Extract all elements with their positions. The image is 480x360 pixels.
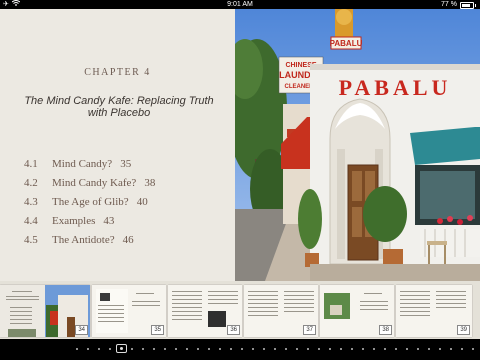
scrubber-current-position[interactable] — [116, 344, 127, 353]
thumbnail-page-35[interactable]: 35 — [92, 285, 166, 337]
scrubber-dot[interactable] — [406, 348, 408, 350]
status-time: 9:01 AM — [227, 1, 253, 8]
scrubber-dot[interactable] — [472, 348, 474, 350]
scrubber-dot[interactable] — [109, 348, 111, 350]
scrubber-dot[interactable] — [131, 348, 133, 350]
toc-entry-number: 4.4 — [24, 214, 38, 227]
toc-entry-title: Mind Candy Kafe? — [52, 176, 137, 189]
toc-entry-number: 4.5 — [24, 233, 38, 246]
scrubber-dot[interactable] — [241, 348, 243, 350]
toc-entry[interactable]: 4.1 Mind Candy? 35 — [24, 154, 224, 173]
scrubber-dot[interactable] — [164, 348, 166, 350]
toc-entry-title: Examples — [52, 214, 96, 227]
scrubber-dot[interactable] — [351, 348, 353, 350]
scrubber-dot[interactable] — [208, 348, 210, 350]
scrubber-dot[interactable] — [428, 348, 430, 350]
status-bar: ✈ 9:01 AM 77 % — [0, 0, 480, 9]
scrubber-dot[interactable] — [285, 348, 287, 350]
thumbnail-page-number: 37 — [303, 325, 316, 335]
toc-entry-number: 4.2 — [24, 176, 38, 189]
scrubber-dot[interactable] — [76, 348, 78, 350]
scrubber-dot[interactable] — [395, 348, 397, 350]
scrubber-dot[interactable] — [329, 348, 331, 350]
chapter-title: The Mind Candy Kafe: Replacing Truth wit… — [24, 95, 214, 119]
scrubber-dot[interactable] — [186, 348, 188, 350]
scrubber-dot[interactable] — [296, 348, 298, 350]
toc-entry-number: 4.3 — [24, 195, 38, 208]
storefront-photo: CHINESE LAUNDRY CLEANERS PABALU PABALU — [235, 9, 480, 281]
scrubber-dot[interactable] — [230, 348, 232, 350]
scrubber-dot[interactable] — [307, 348, 309, 350]
scrubber-dot[interactable] — [87, 348, 89, 350]
toc-entry[interactable]: 4.5 The Antidote? 46 — [24, 230, 224, 249]
scrubber-dot[interactable] — [197, 348, 199, 350]
scrubber-dot[interactable] — [461, 348, 463, 350]
toc-entry-page: 46 — [122, 233, 134, 246]
chapter-heading: CHAPTER 4 — [84, 67, 151, 78]
toc-entry-page: 38 — [144, 176, 156, 189]
toc-entry-title: Mind Candy? — [52, 157, 113, 170]
scrubber-dot[interactable] — [450, 348, 452, 350]
battery-percent: 77 % — [441, 1, 457, 8]
thumbnail-page-number: 34 — [75, 325, 88, 335]
toc-entry-page: 43 — [103, 214, 115, 227]
toc-entry-number: 4.1 — [24, 157, 38, 170]
toc-entry[interactable]: 4.4 Examples 43 — [24, 211, 224, 230]
scrubber-dot[interactable] — [142, 348, 144, 350]
toc-entry-title: The Antidote? — [52, 233, 115, 246]
scrubber-dot[interactable] — [263, 348, 265, 350]
toc-entry-page: 40 — [136, 195, 148, 208]
scrubber-dot[interactable] — [417, 348, 419, 350]
page-scrubber[interactable] — [0, 339, 480, 360]
scrubber-dot[interactable] — [340, 348, 342, 350]
battery-nub — [475, 3, 476, 7]
thumbnail-page-37[interactable]: 37 — [244, 285, 318, 337]
scrubber-dot[interactable] — [362, 348, 364, 350]
scrubber-dot[interactable] — [384, 348, 386, 350]
chapter-toc: 4.1 Mind Candy? 35 4.2 Mind Candy Kafe? 38 4.3… — [24, 154, 224, 249]
thumbnail-page-36[interactable]: 36 — [168, 285, 242, 337]
scrubber-dot[interactable] — [439, 348, 441, 350]
toc-entry[interactable]: 4.2 Mind Candy Kafe? 38 — [24, 173, 224, 192]
thumbnail-page-39[interactable]: 39 — [396, 285, 472, 337]
sign-pabalu-top: PABALU — [330, 39, 363, 48]
thumbnail-page-number: 36 — [227, 325, 240, 335]
scrubber-dot[interactable] — [318, 348, 320, 350]
scrubber-dot[interactable] — [153, 348, 155, 350]
status-right: 77 % — [441, 0, 476, 9]
scrubber-dot[interactable] — [252, 348, 254, 350]
scrubber-dot[interactable] — [219, 348, 221, 350]
scrubber-dot[interactable] — [175, 348, 177, 350]
thumbnail-page-34[interactable]: 34 — [0, 285, 90, 337]
battery-icon — [460, 1, 474, 9]
thumbnail-page-38[interactable]: 38 — [320, 285, 394, 337]
scrubber-dot[interactable] — [98, 348, 100, 350]
scrubber-dot[interactable] — [274, 348, 276, 350]
book-page-left[interactable]: CHAPTER 4 The Mind Candy Kafe: Replacing… — [0, 9, 235, 281]
chapter-photo: CHINESE LAUNDRY CLEANERS PABALU PABALU — [235, 9, 480, 281]
toc-entry-page: 35 — [120, 157, 132, 170]
sign-pabalu: PABALU — [339, 75, 452, 100]
page-thumbnail-strip: 34 35 36 37 38 39 — [0, 281, 480, 339]
toc-entry-title: The Age of Glib? — [52, 195, 129, 208]
scrubber-dot[interactable] — [373, 348, 375, 350]
thumbnail-page-number: 35 — [151, 325, 164, 335]
thumbnail-page-number: 39 — [457, 325, 470, 335]
thumbnail-page-number: 38 — [379, 325, 392, 335]
toc-entry[interactable]: 4.3 The Age of Glib? 40 — [24, 192, 224, 211]
